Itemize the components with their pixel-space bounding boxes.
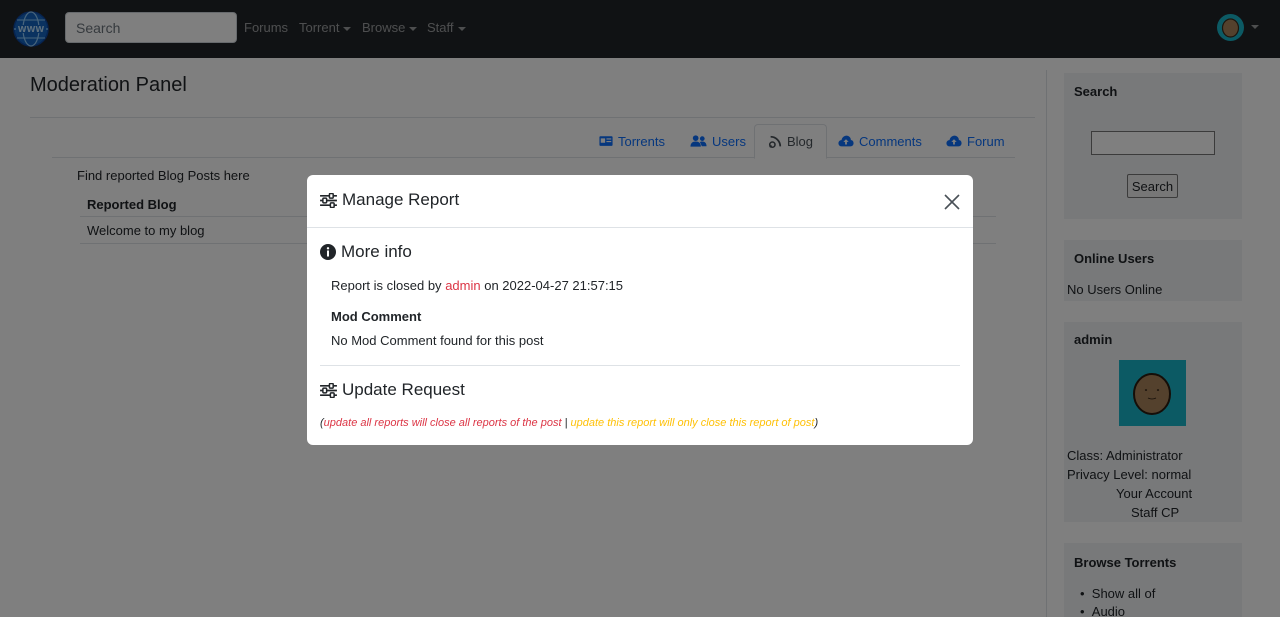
sliders-icon [320,382,337,398]
modal-title: Manage Report [320,190,459,210]
more-info-title-text: More info [341,242,412,261]
update-request-title: Update Request [320,380,465,400]
closed-by-user-link[interactable]: admin [445,278,480,293]
info-circle-icon [320,244,336,260]
update-options-line: (update all reports will close all repor… [320,417,818,429]
close-paren: ) [814,417,819,429]
sliders-icon [320,192,337,208]
modal-divider [320,365,960,366]
report-closed-text: Report is closed by admin on 2022-04-27 … [331,278,623,293]
update-this-report-link[interactable]: update this report will only close this … [571,417,815,429]
modal-title-text: Manage Report [342,190,460,209]
more-info-title: More info [320,242,412,262]
closed-prefix: Report is closed by [331,278,442,293]
mod-comment-text: No Mod Comment found for this post [331,333,544,348]
separator: | [561,417,571,429]
closed-suffix: on 2022-04-27 21:57:15 [484,278,624,293]
update-request-title-text: Update Request [342,380,465,399]
manage-report-modal: Manage Report More info Report is closed… [307,175,973,445]
mod-comment-label: Mod Comment [331,309,422,324]
modal-header: Manage Report [307,175,973,228]
close-icon[interactable] [943,193,961,211]
update-all-reports-link[interactable]: update all reports will close all report… [324,417,562,429]
